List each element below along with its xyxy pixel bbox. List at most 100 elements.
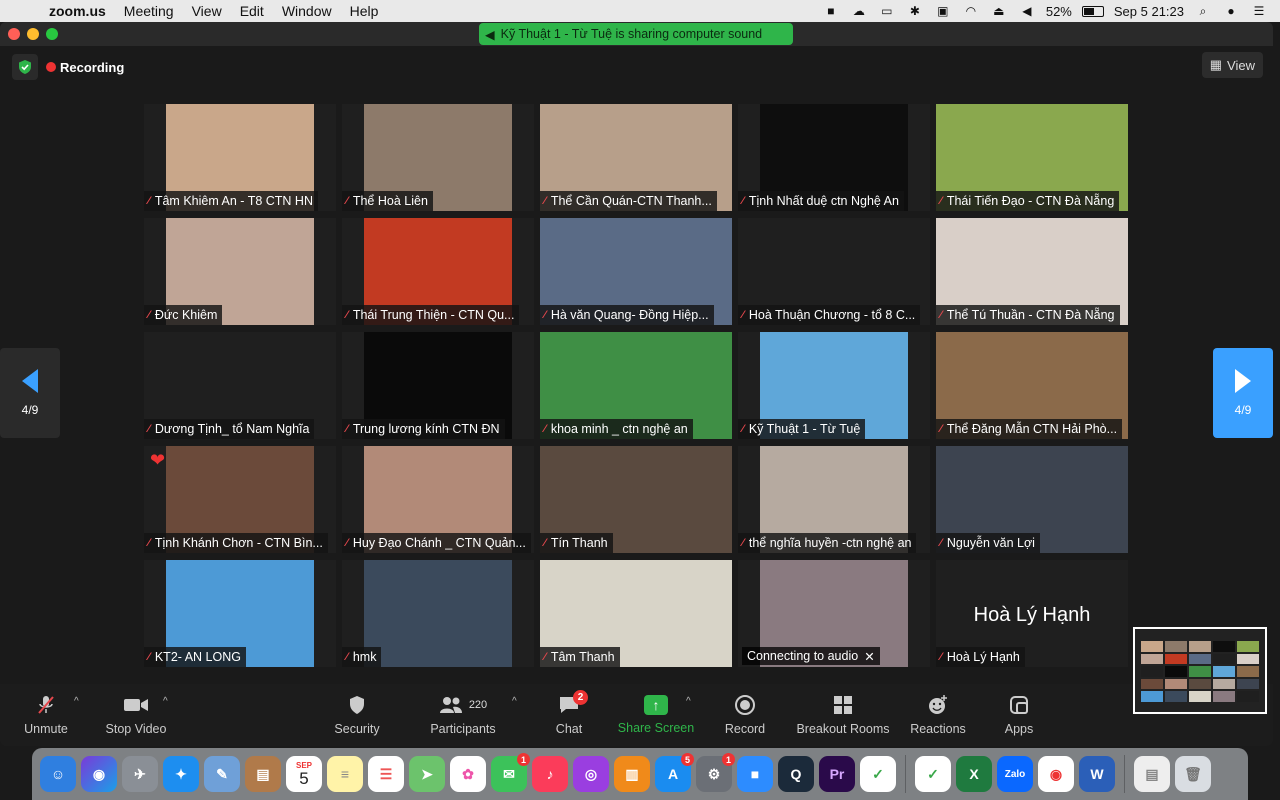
menu-view[interactable]: View (183, 3, 231, 19)
messages-icon[interactable]: ✉ 1 (491, 753, 530, 792)
participant-tile[interactable]: Connecting to audio ✕ (738, 560, 930, 667)
excel-icon[interactable]: X (956, 756, 992, 792)
participants-caret-icon[interactable]: ^ (512, 696, 517, 707)
siri-dock-icon[interactable]: ◉ (81, 756, 117, 792)
volume-icon[interactable]: ◀ (1018, 4, 1036, 18)
participant-tile[interactable]: ⁄ Huy Đạo Chánh _ CTN Quản... (342, 446, 534, 553)
unmute-button[interactable]: Unmute (22, 684, 70, 746)
finder-icon[interactable]: ☺ (40, 756, 76, 792)
stop-video-button[interactable]: Stop Video (104, 684, 168, 746)
participant-tile[interactable]: Hoà Lý Hạnh ⁄ Hoà Lý Hạnh (936, 560, 1128, 667)
document-icon[interactable]: ▤ (1134, 756, 1170, 792)
podcasts-icon[interactable]: ◎ (573, 756, 609, 792)
word-icon[interactable]: W (1079, 756, 1115, 792)
previous-page-button[interactable]: 4/9 (0, 348, 60, 438)
share-screen-button[interactable]: ↑ Share Screen (616, 684, 696, 746)
participant-tile[interactable]: ⁄ Tín Thanh (540, 446, 732, 553)
input-source-icon[interactable]: ▣ (934, 4, 952, 18)
participant-tile[interactable]: ⁄ Tịnh Nhất duệ ctn Nghệ An (738, 104, 930, 211)
breakout-rooms-button[interactable]: Breakout Rooms (794, 684, 892, 746)
participant-tile[interactable]: ⁄ Thái Trung Thiện - CTN Qu... (342, 218, 534, 325)
preview-icon[interactable]: ✎ (204, 756, 240, 792)
contacts-icon[interactable]: ▤ (245, 756, 281, 792)
airplay-icon[interactable]: ▭ (878, 4, 896, 18)
zoom-camera-status-icon[interactable]: ■ (822, 4, 840, 18)
notes-icon[interactable]: ≡ (327, 756, 363, 792)
photos-icon[interactable]: ✿ (450, 756, 486, 792)
close-icon[interactable]: ✕ (864, 649, 874, 664)
siri-icon[interactable]: ● (1222, 4, 1240, 18)
encryption-shield-icon[interactable] (12, 54, 38, 80)
participant-tile[interactable]: ⁄ KT2- AN LONG (144, 560, 336, 667)
video-options-caret-icon[interactable]: ^ (163, 696, 168, 707)
eject-icon[interactable]: ⏏ (990, 4, 1008, 18)
participant-tile[interactable]: ⁄ Thể Đăng Mẫn CTN Hải Phò... (936, 332, 1128, 439)
reminders-icon[interactable]: ☰ (368, 756, 404, 792)
app-green-icon[interactable]: ✓ (860, 756, 896, 792)
battery-icon[interactable] (1081, 5, 1104, 17)
maps-icon[interactable]: ➤ (409, 756, 445, 792)
menu-window[interactable]: Window (273, 3, 341, 19)
bluetooth-icon[interactable]: ✱ (906, 4, 924, 18)
participant-tile[interactable]: ⁄ Trung lương kính CTN ĐN (342, 332, 534, 439)
participant-tile[interactable]: ⁄ Hoà Thuận Chương - tổ 8 C... (738, 218, 930, 325)
creative-cloud-icon[interactable]: ☁ (850, 4, 868, 18)
safari-icon[interactable]: ✦ (163, 756, 199, 792)
participant-tile[interactable]: ❤ ⁄ Tịnh Khánh Chơn - CTN Bìn... (144, 446, 336, 553)
next-page-button[interactable]: 4/9 (1213, 348, 1273, 438)
participant-tile[interactable]: ⁄ Dương Tịnh_ tổ Nam Nghĩa (144, 332, 336, 439)
menu-help[interactable]: Help (341, 3, 388, 19)
system-preferences-icon[interactable]: ⚙ 1 (696, 753, 735, 792)
participant-tile[interactable]: ⁄ thể nghĩa huyền -ctn nghệ an (738, 446, 930, 553)
participant-tile[interactable]: ⁄ Thể Tú Thuần - CTN Đà Nẵng (936, 218, 1128, 325)
record-button[interactable]: Record (722, 684, 768, 746)
unmute-label: Unmute (24, 722, 68, 736)
zoom-dock-icon[interactable]: ■ (737, 756, 773, 792)
sharing-banner[interactable]: ◀ Kỹ Thuật 1 - Từ Tuệ is sharing compute… (479, 23, 793, 45)
participant-tile[interactable]: ⁄ Thái Tiến Đạo - CTN Đà Nẵng (936, 104, 1128, 211)
minimized-gallery-thumbnail[interactable] (1133, 627, 1267, 714)
audio-options-caret-icon[interactable]: ^ (74, 696, 79, 707)
premiere-pro-icon[interactable]: Pr (819, 756, 855, 792)
recording-indicator[interactable]: Recording (12, 54, 124, 80)
participant-tile[interactable]: ⁄ Tâm Khiêm An - T8 CTN HN (144, 104, 336, 211)
menu-meeting[interactable]: Meeting (115, 3, 183, 19)
close-window-button[interactable] (8, 28, 20, 40)
calendar-icon[interactable]: SEP 5 (286, 756, 322, 792)
app-store-icon[interactable]: A5 (655, 753, 694, 792)
menu-edit[interactable]: Edit (231, 3, 273, 19)
app-green-icon-2[interactable]: ✓ (915, 756, 951, 792)
launchpad-icon[interactable]: ✈ (122, 756, 158, 792)
chat-button[interactable]: 2 Chat (552, 684, 588, 746)
participant-tile[interactable]: ⁄ Hà văn Quang- Đồng Hiệp... (540, 218, 732, 325)
music-icon[interactable]: ♪ (532, 756, 568, 792)
menu-app-name[interactable]: zoom.us (40, 3, 115, 19)
quicktime-icon[interactable]: Q (778, 756, 814, 792)
participant-tile[interactable]: ⁄ Đức Khiêm (144, 218, 336, 325)
share-options-caret-icon[interactable]: ^ (686, 696, 691, 707)
zoom-window-button[interactable] (46, 28, 58, 40)
participant-tile[interactable]: ⁄ Nguyễn văn Lợi (936, 446, 1128, 553)
participant-tile[interactable]: ⁄ hmk (342, 560, 534, 667)
participant-tile[interactable]: ⁄ Tâm Thanh (540, 560, 732, 667)
spotlight-search-icon[interactable]: ⌕ (1194, 4, 1212, 18)
view-button[interactable]: ▦ View (1201, 52, 1263, 78)
participants-button[interactable]: 220 Participants (428, 684, 498, 746)
books-icon[interactable]: ▥ (614, 756, 650, 792)
participant-tile[interactable]: ⁄ Thể Hoà Liên (342, 104, 534, 211)
minimize-window-button[interactable] (27, 28, 39, 40)
apps-button[interactable]: Apps (1000, 684, 1038, 746)
participant-tile[interactable]: ⁄ khoa minh _ ctn nghệ an (540, 332, 732, 439)
participant-name-label: ⁄ Tín Thanh (540, 533, 613, 553)
chrome-icon[interactable]: ◉ (1038, 756, 1074, 792)
security-button[interactable]: Security (332, 684, 382, 746)
clock[interactable]: Sep 5 21:23 (1114, 4, 1184, 19)
wifi-icon[interactable]: ◠ (962, 4, 980, 18)
participant-tile[interactable]: ⁄ Kỹ Thuật 1 - Từ Tuệ (738, 332, 930, 439)
reactions-button[interactable]: Reactions (908, 684, 968, 746)
control-center-icon[interactable]: ☰ (1250, 4, 1268, 18)
trash-icon[interactable]: 🗑 (1175, 756, 1211, 792)
zalo-icon[interactable]: Zalo (997, 756, 1033, 792)
thumbnail-cell (1165, 666, 1187, 677)
participant-tile[interactable]: ⁄ Thể Cần Quán-CTN Thanh... (540, 104, 732, 211)
